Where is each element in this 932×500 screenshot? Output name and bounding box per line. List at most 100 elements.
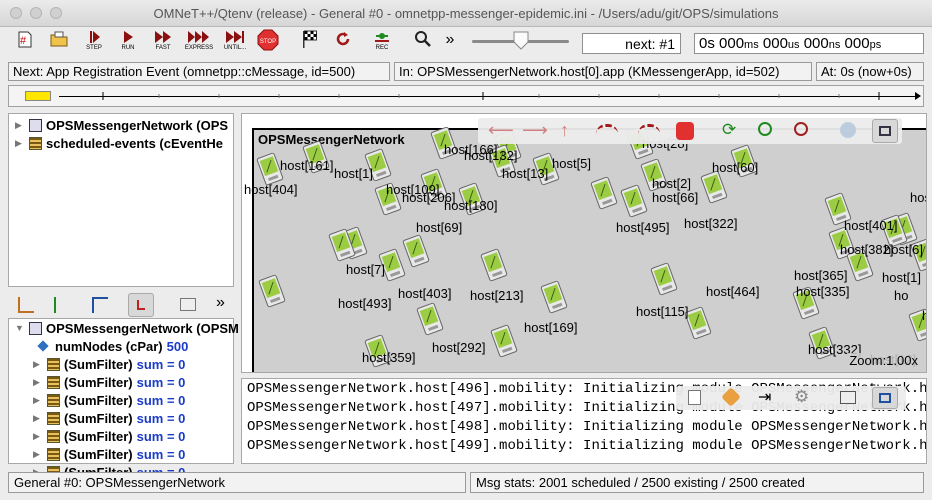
network-title: OPSMessengerNetwork xyxy=(258,132,405,147)
host-label[interactable]: host[322] xyxy=(684,216,738,231)
host-label[interactable]: host[401] xyxy=(844,218,898,233)
children-view-icon[interactable] xyxy=(54,297,68,313)
host-label[interactable]: host[292] xyxy=(432,340,486,355)
host-node-icon[interactable] xyxy=(589,175,618,210)
host-label[interactable]: host[161] xyxy=(280,158,334,173)
host-label[interactable]: host[115] xyxy=(636,304,689,319)
host-label[interactable]: host[403] xyxy=(398,286,452,301)
inheritance-view-icon[interactable] xyxy=(92,297,108,313)
zoom-out-icon[interactable] xyxy=(794,122,808,136)
host-label[interactable]: host[1] xyxy=(334,166,373,181)
find-in-log-icon[interactable] xyxy=(721,387,741,407)
host-label[interactable]: host[359] xyxy=(362,350,416,365)
rebuild-network-button[interactable] xyxy=(332,29,354,57)
host-label[interactable]: host[132] xyxy=(464,148,518,163)
stop-button[interactable]: STOP xyxy=(256,29,280,57)
zoom-in-icon[interactable] xyxy=(758,122,772,136)
step-button[interactable]: STEP xyxy=(82,29,106,57)
more-views-icon[interactable]: » xyxy=(216,294,225,312)
host-node-icon[interactable] xyxy=(257,273,286,308)
messages-view-icon[interactable] xyxy=(840,391,856,404)
settings-gear-icon[interactable]: ⚙ xyxy=(794,387,809,407)
expand-arrow-icon[interactable]: ▶ xyxy=(15,138,25,149)
host-label[interactable]: host[66] xyxy=(652,190,698,205)
sumfilter-row[interactable]: ▶ (SumFilter)sum = 0 xyxy=(33,373,185,391)
record-button[interactable]: REC xyxy=(370,29,394,57)
host-label[interactable]: ho xyxy=(894,288,908,303)
sumfilter-row[interactable]: ▶ (SumFilter)sum = 0 xyxy=(33,409,185,427)
refresh-icon[interactable]: ⟳ xyxy=(722,120,736,140)
more-tools-button[interactable]: » xyxy=(440,29,460,57)
host-node-icon[interactable] xyxy=(479,247,508,282)
load-network-button[interactable] xyxy=(48,29,70,57)
find-button[interactable] xyxy=(412,29,434,57)
filter-name: (SumFilter) xyxy=(64,356,133,372)
host-label[interactable]: host[404] xyxy=(244,182,298,197)
host-node-icon[interactable] xyxy=(415,301,444,336)
expand-arrow-icon[interactable]: ▶ xyxy=(33,377,43,388)
express-button[interactable]: EXPRESS xyxy=(184,29,214,57)
log-view-icon[interactable] xyxy=(872,387,898,409)
host-label[interactable]: host[12] xyxy=(910,190,926,205)
host-label[interactable]: host[180] xyxy=(444,198,498,213)
event-timeline[interactable] xyxy=(8,85,924,107)
expand-arrow-icon[interactable]: ▶ xyxy=(33,395,43,406)
relayout-icon[interactable] xyxy=(596,124,618,134)
host-label[interactable]: host[6] xyxy=(884,242,923,257)
host-label[interactable]: host[213] xyxy=(470,288,524,303)
host-node-icon[interactable] xyxy=(489,323,518,358)
expand-arrow-icon[interactable]: ▶ xyxy=(33,359,43,370)
copy-icon[interactable] xyxy=(688,390,701,405)
hierarchy-view-icon[interactable] xyxy=(128,293,154,317)
host-label[interactable]: host[335] xyxy=(796,284,850,299)
expand-arrow-icon[interactable]: ▶ xyxy=(33,431,43,442)
host-label[interactable]: host[169] xyxy=(524,320,578,335)
host-node-icon[interactable] xyxy=(401,233,430,268)
host-label[interactable]: host[2] xyxy=(652,176,691,191)
forward-arrow-icon[interactable]: ⟶ xyxy=(522,120,548,141)
sumfilter-row[interactable]: ▶ (SumFilter)sum = 0 xyxy=(33,355,185,373)
new-run-button[interactable]: # xyxy=(14,29,36,57)
layers-icon[interactable] xyxy=(840,122,856,138)
animation-speed-knob[interactable] xyxy=(512,30,530,50)
host-label[interactable]: host[493] xyxy=(338,296,392,311)
host-label[interactable]: host[365] xyxy=(794,268,848,283)
network-canvas[interactable]: OPSMessengerNetwork host[166]host[28]hos… xyxy=(241,113,927,373)
host-node-icon[interactable] xyxy=(619,183,648,218)
host-label[interactable]: host[1] xyxy=(922,308,926,323)
collapse-arrow-icon[interactable]: ▼ xyxy=(15,323,25,333)
inspector-root[interactable]: ▼ OPSMessengerNetwork (OPSM xyxy=(15,319,239,337)
back-arrow-icon[interactable]: ⟵ xyxy=(488,120,514,141)
host-label[interactable]: host[495] xyxy=(616,220,670,235)
fast-button[interactable]: FAST xyxy=(150,29,176,57)
run-button[interactable]: RUN xyxy=(116,29,140,57)
host-label[interactable]: host[13] xyxy=(502,166,548,181)
goto-icon[interactable]: ⇥ xyxy=(758,387,771,407)
expand-arrow-icon[interactable]: ▶ xyxy=(33,449,43,460)
finish-simulation-button[interactable] xyxy=(298,29,320,57)
tree-item-scheduled-events[interactable]: ▶ scheduled-events (cEventHe xyxy=(15,134,223,152)
run-until-button[interactable]: UNTIL... xyxy=(220,29,250,57)
module-view-icon[interactable] xyxy=(872,119,898,143)
tree-view-icon[interactable] xyxy=(18,297,34,313)
relayout-fast-icon[interactable] xyxy=(638,124,660,134)
up-arrow-icon[interactable]: ↑ xyxy=(560,120,569,141)
flat-view-icon[interactable] xyxy=(180,298,196,311)
network-area[interactable]: OPSMessengerNetwork host[166]host[28]hos… xyxy=(244,126,926,372)
sumfilter-row[interactable]: ▶ (SumFilter)sum = 0 xyxy=(33,445,185,463)
host-node-icon[interactable] xyxy=(649,261,678,296)
host-label[interactable]: host[1] xyxy=(882,270,921,285)
stop-layout-icon[interactable] xyxy=(676,122,694,140)
host-label[interactable]: host[7] xyxy=(346,262,385,277)
host-label[interactable]: host[464] xyxy=(706,284,760,299)
sumfilter-row[interactable]: ▶ (SumFilter)sum = 0 xyxy=(33,391,185,409)
host-node-icon[interactable] xyxy=(539,279,568,314)
expand-arrow-icon[interactable]: ▶ xyxy=(15,120,25,131)
host-label[interactable]: host[69] xyxy=(416,220,462,235)
expand-arrow-icon[interactable]: ▶ xyxy=(33,413,43,424)
host-label[interactable]: host[60] xyxy=(712,160,758,175)
tree-item-network[interactable]: ▶ OPSMessengerNetwork (OPS xyxy=(15,116,228,134)
sumfilter-row[interactable]: ▶ (SumFilter)sum = 0 xyxy=(33,427,185,445)
host-label[interactable]: host[5] xyxy=(552,156,591,171)
param-row[interactable]: numNodes (cPar) 500 xyxy=(37,337,188,355)
